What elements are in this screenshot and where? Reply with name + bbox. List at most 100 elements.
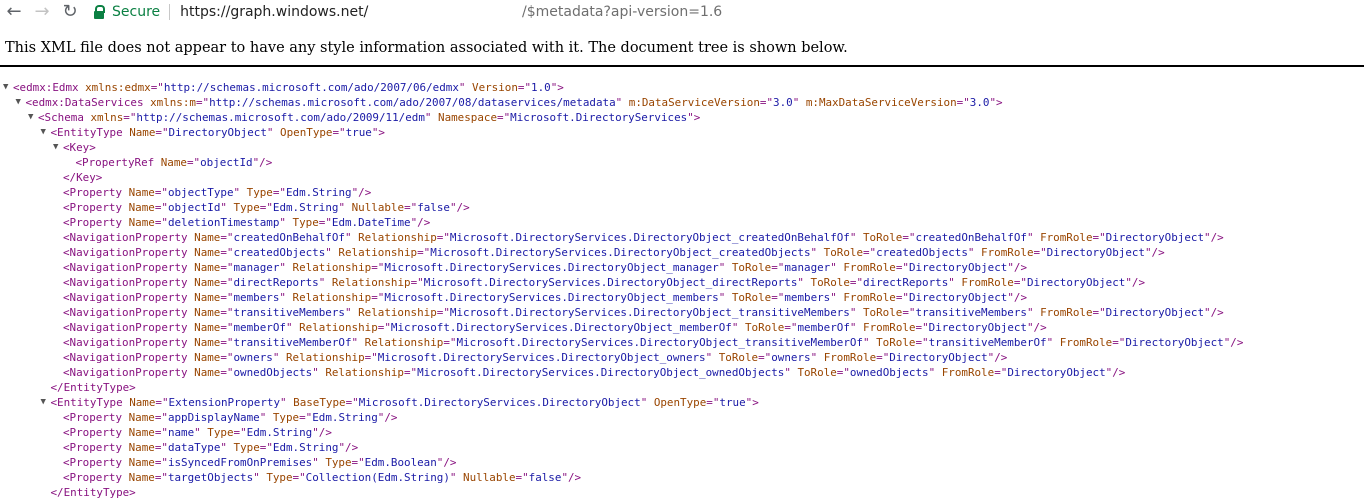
- collapse-triangle-icon[interactable]: ▼: [53, 140, 63, 155]
- reload-button[interactable]: ↻: [56, 0, 84, 24]
- xml-line: <Property Name="appDisplayName" Type="Ed…: [0, 410, 1364, 425]
- xml-line: <Property Name="targetObjects" Type="Col…: [0, 470, 1364, 485]
- xml-tag-text: =": [195, 96, 210, 109]
- xml-line-content: <NavigationProperty Name="members" Relat…: [63, 290, 1027, 305]
- xml-tag-text: =": [404, 201, 418, 214]
- browser-toolbar: ← → ↻ Secure https://graph.windows.net/ …: [0, 0, 1364, 24]
- xml-tag-text: ": [1046, 336, 1060, 349]
- xml-tag-text: "/>: [449, 201, 470, 214]
- xml-line: <Property Name="deletionTimestamp" Type=…: [0, 215, 1364, 230]
- xml-attribute-value: ownedObjects: [233, 366, 313, 379]
- xml-tag-text: ": [849, 231, 863, 244]
- xml-tag-text: <NavigationProperty: [63, 366, 195, 379]
- xml-tag-text: =": [876, 351, 890, 364]
- xml-tag-text: =": [259, 201, 273, 214]
- xml-attribute-value: DirectoryObject: [1046, 246, 1145, 259]
- xml-tag-text: "/>: [436, 456, 457, 469]
- xml-tag-text: ">: [745, 396, 759, 409]
- xml-tag-text: </EntityType>: [50, 381, 136, 394]
- xml-tag-text: =": [771, 291, 785, 304]
- collapse-triangle-icon[interactable]: ▼: [16, 95, 26, 110]
- xml-attribute-name: Name: [129, 126, 156, 139]
- xml-line: </Key>: [0, 170, 1364, 185]
- xml-attribute-value: false: [417, 201, 450, 214]
- xml-tag-text: ">: [371, 126, 385, 139]
- xml-tag-text: <Property: [63, 201, 129, 214]
- xml-tag-text: <NavigationProperty: [63, 351, 195, 364]
- collapse-triangle-icon[interactable]: ▼: [41, 125, 51, 140]
- xml-line-content: <NavigationProperty Name="ownedObjects" …: [63, 365, 1125, 380]
- xml-attribute-name: Name: [194, 276, 221, 289]
- forward-button[interactable]: →: [28, 0, 56, 24]
- xml-tag-text: ": [784, 366, 798, 379]
- xml-tag-text: <Property: [63, 411, 129, 424]
- xml-tag-text: ": [272, 351, 286, 364]
- xml-tag-text: ": [718, 261, 732, 274]
- xml-tag-text: ": [797, 276, 811, 289]
- xml-tag-text: =": [863, 246, 877, 259]
- xml-attribute-name: FromRole: [863, 321, 916, 334]
- xml-attribute-value: directReports: [863, 276, 949, 289]
- xml-tag-text: ": [830, 261, 844, 274]
- collapse-triangle-icon[interactable]: ▼: [41, 395, 51, 410]
- xml-tag-text: =": [1092, 231, 1106, 244]
- collapse-triangle-icon[interactable]: ▼: [3, 80, 13, 95]
- url-path: /$metadata?api-version=1.6: [522, 4, 723, 20]
- xml-tag-text: <NavigationProperty: [63, 291, 195, 304]
- xml-line-content: <EntityType Name="ExtensionProperty" Bas…: [51, 395, 759, 410]
- xml-attribute-value: Microsoft.DirectoryServices.DirectoryObj…: [449, 231, 850, 244]
- xml-tag-text: =": [895, 261, 909, 274]
- xml-tag-text: ": [792, 96, 806, 109]
- xml-tag-text: =": [220, 366, 234, 379]
- xml-attribute-name: Relationship: [358, 306, 437, 319]
- xml-attribute-value: 1.0: [531, 81, 551, 94]
- xml-tag-text: ": [458, 81, 473, 94]
- xml-attribute-value: appDisplayName: [167, 411, 260, 424]
- xml-attribute-value: DirectoryObject: [908, 291, 1008, 304]
- xml-attribute-name: Name: [194, 306, 221, 319]
- xml-attribute-name: FromRole: [941, 366, 995, 379]
- xml-attribute-value: DirectoryObject: [889, 351, 988, 364]
- xml-tag-text: =": [233, 426, 247, 439]
- xml-line-content: <NavigationProperty Name="owners" Relati…: [63, 350, 1007, 365]
- xml-attribute-value: memberOf: [233, 321, 286, 334]
- xml-tag-text: <edmx:Edmx: [13, 81, 86, 94]
- xml-tag-text: "/>: [338, 441, 359, 454]
- reload-icon: ↻: [62, 1, 78, 22]
- collapse-triangle-icon[interactable]: ▼: [28, 110, 38, 125]
- xml-attribute-name: Name: [194, 366, 221, 379]
- xml-tag-text: =": [902, 231, 916, 244]
- xml-tag-text: ": [718, 291, 732, 304]
- back-button[interactable]: ←: [0, 0, 28, 24]
- xml-tag-text: ": [312, 456, 326, 469]
- xml-attribute-name: ToRole: [863, 306, 903, 319]
- xml-tag-text: =": [220, 291, 234, 304]
- xml-attribute-name: xmlns:edmx: [85, 81, 151, 94]
- xml-tag-text: =": [436, 306, 450, 319]
- xml-tag-text: =": [515, 471, 529, 484]
- address-bar[interactable]: Secure https://graph.windows.net/: [88, 1, 368, 23]
- xml-tag-text: <NavigationProperty: [63, 276, 195, 289]
- xml-tag-text: =": [299, 411, 313, 424]
- xml-tag-text: =": [915, 336, 929, 349]
- xml-attribute-name: Name: [128, 456, 155, 469]
- xml-tag-text: ": [351, 336, 365, 349]
- xml-attribute-name: Type: [233, 441, 260, 454]
- xml-attribute-value: Edm.String: [272, 201, 339, 214]
- xml-tag-text: =": [123, 111, 137, 124]
- xml-attribute-value: transitiveMemberOf: [928, 336, 1047, 349]
- xml-line: <NavigationProperty Name="transitiveMemb…: [0, 305, 1364, 320]
- xml-tag-text: =": [902, 306, 916, 319]
- xml-tag-text: ": [705, 351, 719, 364]
- xml-tag-text: <Key>: [63, 141, 96, 154]
- xml-tag-text: "/>: [312, 426, 332, 439]
- xml-attribute-name: xmlns: [90, 111, 124, 124]
- xml-attribute-value: owners: [233, 351, 273, 364]
- xml-tag-text: ": [810, 246, 824, 259]
- xml-tag-text: ": [280, 396, 294, 409]
- xml-line-content: <edmx:Edmx xmlns:edmx="http://schemas.mi…: [13, 80, 564, 95]
- xml-tag-text: =": [784, 321, 798, 334]
- xml-attribute-value: DirectoryObject: [1026, 276, 1126, 289]
- xml-tag-text: =": [154, 411, 168, 424]
- xml-attribute-name: OpenType: [280, 126, 333, 139]
